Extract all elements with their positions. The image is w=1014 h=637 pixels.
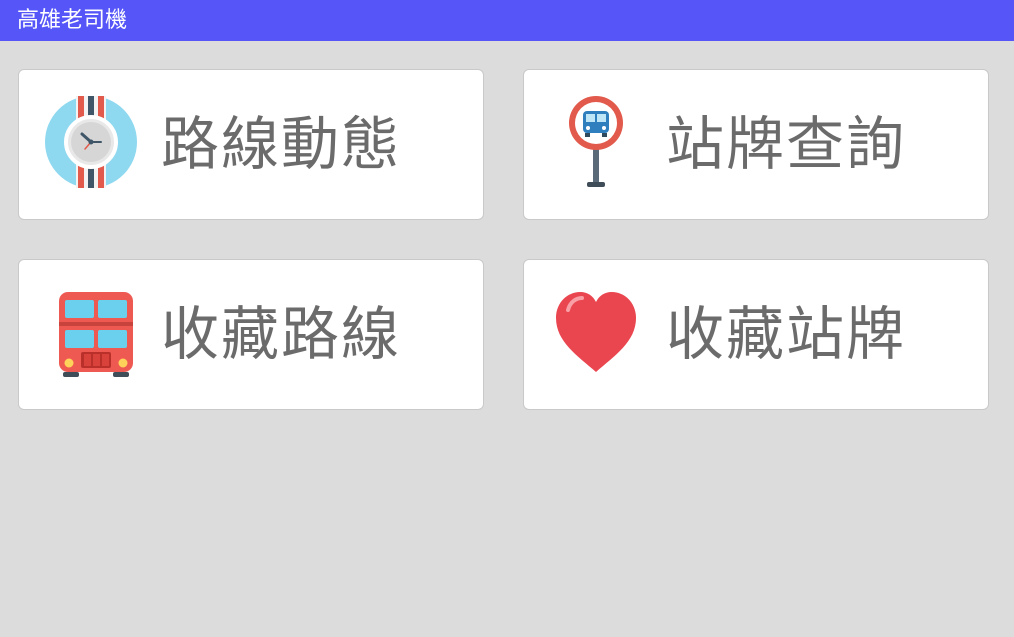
favorite-routes-button[interactable]: 收藏路線 — [18, 259, 484, 410]
favorite-routes-label: 收藏路線 — [161, 300, 402, 368]
favorite-stops-button[interactable]: 收藏站牌 — [523, 259, 989, 410]
heart-icon — [548, 284, 644, 380]
stop-search-label: 站牌查詢 — [666, 110, 907, 178]
stop-search-button[interactable]: 站牌查詢 — [523, 69, 989, 220]
app-title-bar: 高雄老司機 — [0, 0, 1014, 41]
route-status-label: 路線動態 — [161, 110, 402, 178]
bus-stop-sign-icon — [548, 94, 644, 190]
route-status-button[interactable]: 路線動態 — [18, 69, 484, 220]
watch-icon — [43, 94, 139, 190]
app-title: 高雄老司機 — [17, 8, 128, 33]
favorite-stops-label: 收藏站牌 — [666, 300, 907, 368]
double-decker-bus-icon — [43, 284, 139, 380]
